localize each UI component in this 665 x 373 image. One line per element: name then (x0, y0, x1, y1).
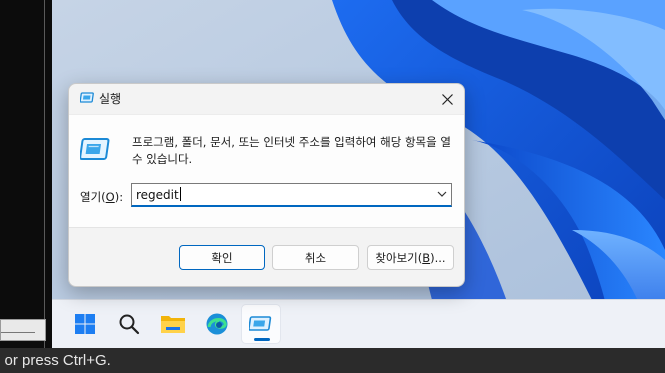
host-input-field[interactable] (0, 319, 46, 341)
dialog-title: 실행 (99, 92, 122, 106)
open-label-prefix: 열기( (80, 190, 106, 204)
file-explorer-button[interactable] (153, 304, 193, 344)
host-window-panel (0, 0, 52, 348)
browse-label-prefix: 찾아보기( (375, 250, 423, 265)
edge-icon (206, 313, 228, 335)
close-button[interactable] (430, 84, 464, 114)
dialog-titlebar[interactable]: 실행 (69, 84, 464, 114)
run-icon (80, 92, 94, 103)
start-button[interactable] (65, 304, 105, 344)
browse-label-suffix: )... (430, 250, 446, 265)
run-dialog: 실행 프로그램, 폴더, 문서, 또는 인터넷 주소를 입력하여 해당 항목을 … (68, 83, 465, 287)
open-label: 열기(O): (80, 189, 123, 205)
run-button[interactable] (241, 304, 281, 344)
run-icon (249, 316, 272, 331)
chevron-down-icon[interactable] (437, 189, 447, 199)
dialog-content: 프로그램, 폴더, 문서, 또는 인터넷 주소를 입력하여 해당 항목을 열 수… (69, 114, 464, 228)
open-input-value: regedit (136, 188, 179, 202)
browse-button[interactable]: 찾아보기(B)... (367, 245, 454, 270)
windows-logo-icon (75, 314, 95, 334)
ok-button[interactable]: 확인 (179, 245, 265, 270)
search-button[interactable] (109, 304, 149, 344)
taskbar (52, 299, 665, 348)
open-combobox[interactable]: regedit (131, 183, 452, 207)
run-program-icon (80, 138, 110, 160)
dialog-description: 프로그램, 폴더, 문서, 또는 인터넷 주소를 입력하여 해당 항목을 열 수… (132, 135, 451, 166)
panel-divider (44, 0, 45, 348)
folder-icon (161, 316, 185, 333)
open-label-accesskey: O (105, 190, 115, 204)
open-input[interactable]: regedit (136, 187, 181, 202)
search-icon (119, 314, 140, 335)
status-text: e or press Ctrl+G. (0, 352, 111, 369)
close-icon (441, 93, 453, 105)
browse-label-accesskey: B (422, 250, 431, 265)
active-indicator (254, 338, 270, 341)
cancel-button[interactable]: 취소 (272, 245, 359, 270)
open-label-suffix: ): (114, 190, 124, 204)
status-bar: e or press Ctrl+G. (0, 348, 665, 373)
text-caret (179, 187, 181, 201)
edge-button[interactable] (197, 304, 237, 344)
